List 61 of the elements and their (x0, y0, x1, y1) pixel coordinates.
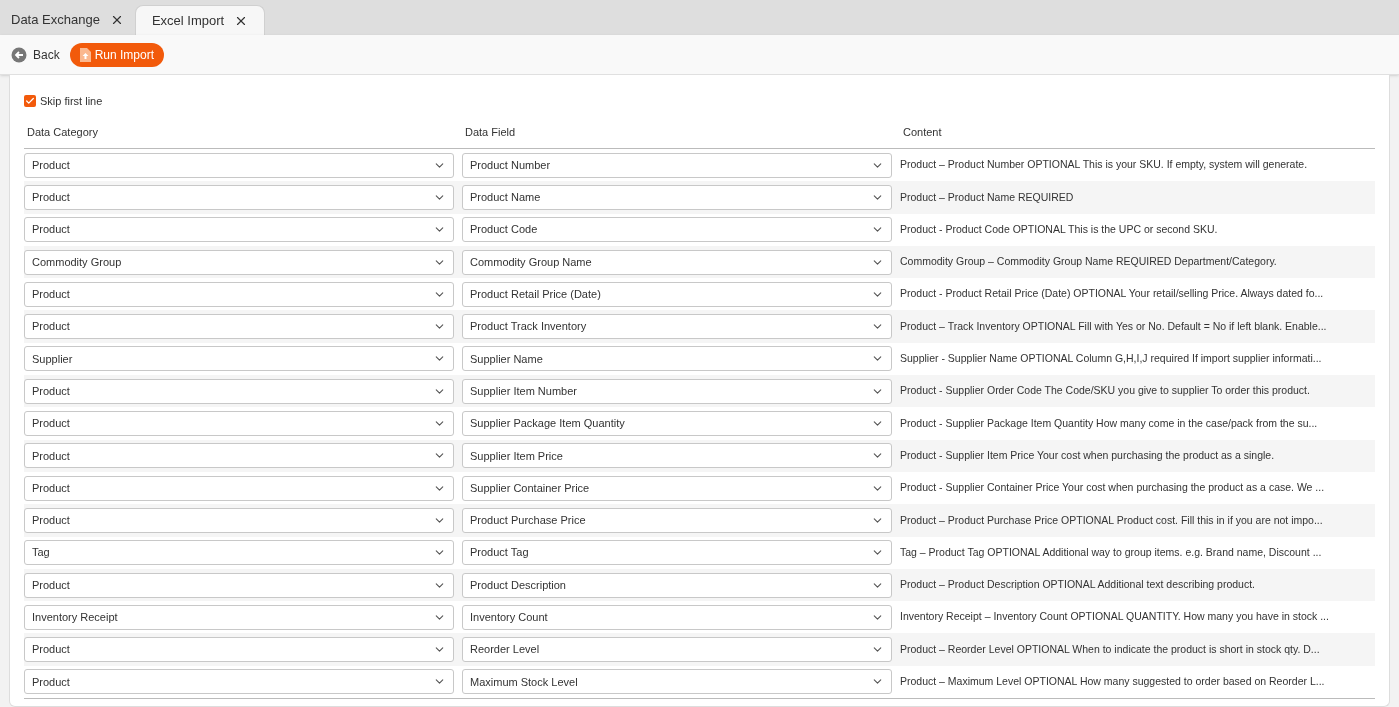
dropdown-select[interactable]: Maximum Stock Level (462, 669, 892, 695)
content-text: Product – Product Purchase Price OPTIONAL Product cost. Fill this in if you are not impo... (900, 512, 1324, 528)
content-text: Product – Product Description OPTIONAL Additional text describing product. (900, 577, 1257, 593)
dropdown-select[interactable]: Product Track Inventory (462, 314, 892, 340)
dropdown-select[interactable]: Commodity Group Name (462, 249, 892, 275)
dropdown-select[interactable]: Product (24, 378, 454, 404)
content-text: Product - Product Code OPTIONAL This is the UPC or second SKU. (900, 221, 1219, 237)
dropdown-select[interactable]: Inventory Count (462, 604, 892, 630)
content-text: Product - Supplier Container Price Your cost when purchasing the product as a case. We ... (900, 480, 1326, 496)
dropdown-select[interactable]: Product (24, 637, 454, 663)
dropdown-select[interactable]: Product (24, 184, 454, 210)
dropdown-select[interactable]: Product Retail Price (Date) (462, 281, 892, 307)
dropdown-select[interactable]: Product Tag (462, 540, 892, 566)
dropdown-select[interactable]: Product (24, 507, 454, 533)
content-text: Product - Supplier Order Code The Code/SKU you give to supplier To order this product. (900, 383, 1311, 399)
content-text: Inventory Receipt – Inventory Count OPTIONAL QUANTITY. How many you have in stock ... (900, 609, 1330, 625)
dropdown-select[interactable]: Supplier Container Price (462, 475, 892, 501)
content-text: Product - Supplier Package Item Quantity How many come in the case/pack from the su... (900, 415, 1319, 431)
dropdown-select[interactable]: Product Name (462, 184, 892, 210)
dropdown-select[interactable]: Product (24, 669, 454, 695)
dropdown-select[interactable]: Product (24, 572, 454, 598)
file-upload-icon (79, 47, 91, 62)
skip-first-line-checkbox[interactable]: Skip first line (24, 93, 1375, 110)
dropdown-select[interactable]: Supplier (24, 346, 454, 372)
content-text: Tag – Product Tag OPTIONAL Additional way to group items. e.g. Brand name, Discount ... (900, 544, 1323, 560)
content-text: Product – Track Inventory OPTIONAL Fill with Yes or No. Default = No if left blank. Enable... (900, 318, 1328, 334)
check-icon (25, 96, 35, 107)
content-text: Product – Maximum Level OPTIONAL How many suggested to order based on Reorder L... (900, 674, 1326, 689)
dropdown-select[interactable]: Product (24, 281, 454, 307)
dropdown-select[interactable]: Product (24, 152, 454, 178)
dropdown-select[interactable]: Product Description (462, 572, 892, 598)
content-text: Product - Product Retail Price (Date) OPTIONAL Your retail/selling Price. Always dated fo... (900, 286, 1325, 302)
content-text: Supplier - Supplier Name OPTIONAL Column G,H,I,J required If import supplier informati... (900, 351, 1323, 367)
dropdown-select[interactable]: Product Code (462, 217, 892, 243)
dropdown-select[interactable]: Supplier Item Price (462, 443, 892, 469)
dropdown-select[interactable]: Tag (24, 540, 454, 566)
dropdown-select[interactable]: Commodity Group (24, 249, 454, 275)
dropdown-select[interactable]: Supplier Package Item Quantity (462, 411, 892, 436)
checkbox[interactable] (24, 95, 36, 108)
dropdown-select[interactable]: Product (24, 217, 454, 243)
dropdown-select[interactable]: Inventory Receipt (24, 604, 454, 630)
column-header: Data Category (27, 124, 99, 140)
tab[interactable]: Data Exchange (0, 5, 135, 35)
dropdown-select[interactable]: Product (24, 475, 454, 501)
column-header: Data Field (465, 124, 517, 140)
dropdown-select[interactable]: Supplier Name (462, 346, 892, 372)
content-text: Commodity Group – Commodity Group Name REQUIRED Department/Category. (900, 254, 1278, 270)
content-text: Product - Supplier Item Price Your cost when purchasing the product as a single. (900, 447, 1276, 463)
back-button[interactable]: Back (11, 45, 60, 64)
content-text: Product – Product Name REQUIRED (900, 189, 1075, 205)
dropdown-select[interactable]: Reorder Level (462, 637, 892, 663)
dropdown-select[interactable]: Supplier Item Number (462, 378, 892, 404)
dropdown-select[interactable]: Product Purchase Price (462, 507, 892, 533)
content-text: Product – Product Number OPTIONAL This is your SKU. If empty, system will generate. (900, 157, 1309, 173)
dropdown-select[interactable]: Product (24, 314, 454, 340)
column-header: Content (903, 124, 943, 140)
dropdown-select[interactable]: Product (24, 411, 454, 436)
content-text: Product – Reorder Level OPTIONAL When to indicate the product is short in stock qty. D... (900, 641, 1321, 657)
dropdown-select[interactable]: Product (24, 443, 454, 469)
dropdown-select[interactable]: Product Number (462, 152, 892, 178)
tab[interactable]: Excel Import (134, 5, 266, 35)
